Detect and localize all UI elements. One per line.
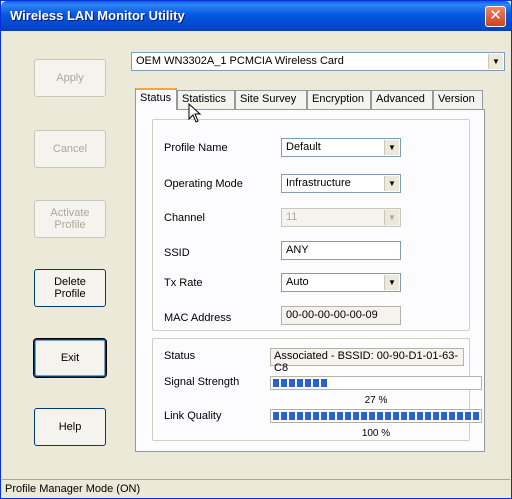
link-quality-label: Link Quality [164, 410, 222, 422]
operating-mode-label: Operating Mode [164, 178, 243, 190]
signal-strength-fill [273, 379, 329, 387]
tab-status[interactable]: Status [135, 88, 177, 110]
tab-encryption-label: Encryption [312, 93, 364, 105]
main-window: Wireless LAN Monitor Utility ✕ Apply Can… [0, 0, 512, 499]
activate-line1: Activate [50, 207, 90, 219]
mac-address-label: MAC Address [164, 312, 232, 324]
chevron-down-icon[interactable]: ▼ [384, 210, 399, 225]
channel-value: 11 [286, 211, 298, 223]
status-bar: Profile Manager Mode (ON) [2, 479, 510, 498]
window-title: Wireless LAN Monitor Utility [10, 8, 185, 23]
cancel-button[interactable]: Cancel [34, 130, 106, 168]
tx-rate-label: Tx Rate [164, 277, 203, 289]
adapter-select[interactable]: OEM WN3302A_1 PCMCIA Wireless Card ▼ [131, 52, 505, 71]
channel-select[interactable]: 11 ▼ [281, 208, 401, 227]
help-button[interactable]: Help [34, 408, 106, 446]
tx-rate-value: Auto [286, 276, 309, 288]
tx-rate-select[interactable]: Auto ▼ [281, 273, 401, 292]
tab-site-survey-label: Site Survey [240, 93, 297, 105]
ssid-value: ANY [286, 244, 309, 256]
operating-mode-value: Infrastructure [286, 177, 351, 189]
tab-site-survey[interactable]: Site Survey [235, 90, 307, 109]
mouse-cursor-icon [188, 103, 202, 123]
signal-strength-label: Signal Strength [164, 376, 240, 388]
status-label: Status [164, 350, 196, 362]
adapter-select-value: OEM WN3302A_1 PCMCIA Wireless Card [136, 55, 344, 67]
tab-status-label: Status [140, 92, 172, 104]
exit-button-label: Exit [60, 352, 80, 364]
chevron-down-icon[interactable]: ▼ [384, 275, 399, 290]
channel-label: Channel [164, 212, 205, 224]
chevron-down-icon[interactable]: ▼ [384, 140, 399, 155]
status-tab-panel: Profile Name Default ▼ Operating Mode In… [135, 109, 485, 452]
profile-name-value: Default [286, 141, 321, 153]
tab-version[interactable]: Version [433, 90, 483, 109]
ssid-input[interactable]: ANY [281, 241, 401, 260]
apply-button-label: Apply [56, 72, 84, 84]
profile-group: Profile Name Default ▼ Operating Mode In… [152, 119, 470, 331]
connection-status-group: Status Associated - BSSID: 00-90-D1-01-6… [152, 338, 482, 441]
link-quality-percent: 100 % [361, 428, 391, 439]
link-quality-fill [273, 412, 479, 420]
delete-profile-label: Delete Profile [54, 276, 86, 300]
title-bar[interactable]: Wireless LAN Monitor Utility ✕ [1, 1, 511, 31]
signal-strength-bar [270, 376, 482, 390]
activate-profile-label: Activate Profile [50, 207, 89, 231]
apply-button[interactable]: Apply [34, 59, 106, 97]
signal-strength-percent: 27 % [364, 395, 388, 406]
chevron-down-icon[interactable]: ▼ [488, 54, 503, 69]
activate-line2: Profile [54, 219, 86, 231]
close-button[interactable]: ✕ [485, 6, 506, 27]
cancel-button-label: Cancel [52, 143, 88, 155]
delete-profile-button[interactable]: Delete Profile [34, 269, 106, 307]
operating-mode-select[interactable]: Infrastructure ▼ [281, 174, 401, 193]
close-icon: ✕ [489, 7, 502, 24]
mac-address-value: 00-00-00-00-00-09 [286, 309, 378, 321]
status-bar-text: Profile Manager Mode (ON) [5, 483, 141, 495]
delete-line2: Profile [54, 288, 86, 300]
tab-version-label: Version [438, 93, 475, 105]
profile-name-label: Profile Name [164, 142, 228, 154]
mac-address-field: 00-00-00-00-00-09 [281, 306, 401, 325]
link-quality-bar [270, 409, 482, 423]
tab-advanced[interactable]: Advanced [371, 90, 433, 109]
ssid-label: SSID [164, 247, 190, 259]
profile-name-select[interactable]: Default ▼ [281, 138, 401, 157]
delete-line1: Delete [54, 276, 86, 288]
activate-profile-button[interactable]: Activate Profile [34, 200, 106, 238]
tab-encryption[interactable]: Encryption [307, 90, 371, 109]
tab-statistics[interactable]: Statistics [177, 90, 235, 109]
help-button-label: Help [58, 421, 82, 433]
status-field: Associated - BSSID: 00-90-D1-01-63-C8 [270, 348, 464, 374]
chevron-down-icon[interactable]: ▼ [384, 176, 399, 191]
tab-advanced-label: Advanced [376, 93, 425, 105]
status-value: Associated - BSSID: 00-90-D1-01-63-C8 [274, 350, 459, 374]
exit-button[interactable]: Exit [33, 338, 107, 378]
